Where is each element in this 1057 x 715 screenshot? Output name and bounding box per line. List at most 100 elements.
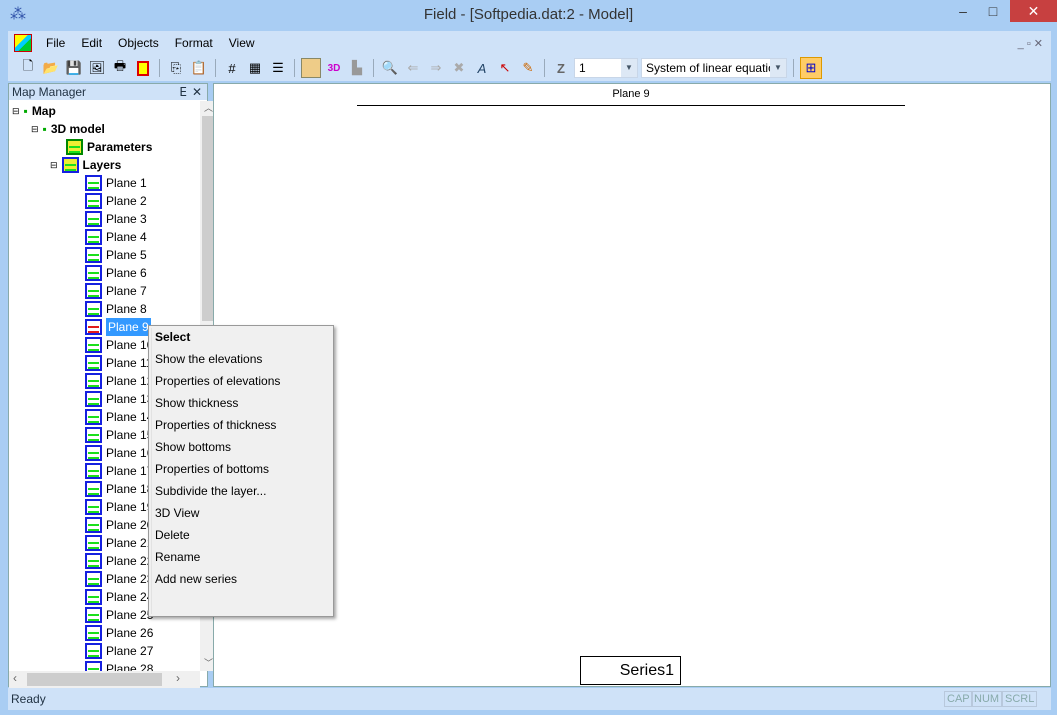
plane-icon (85, 319, 102, 335)
tree-item-plane[interactable]: Plane 21 (85, 534, 153, 552)
menu-view[interactable]: View (221, 36, 263, 50)
context-menu-item[interactable]: Subdivide the layer... (149, 480, 333, 502)
plane-icon (85, 463, 102, 479)
tree-item-plane[interactable]: Plane 8 (85, 300, 147, 318)
plane-icon (85, 283, 102, 299)
tree-item-parameters[interactable]: Parameters (66, 138, 152, 156)
tree-item-plane[interactable]: Plane 25 (85, 606, 153, 624)
tree-item-plane[interactable]: Plane 2 (85, 192, 147, 210)
tree-item-plane[interactable]: Plane 12 (85, 372, 153, 390)
print-icon[interactable]: 🖶 (110, 58, 130, 78)
tree-item-plane[interactable]: Plane 15 (85, 426, 153, 444)
forward-icon[interactable]: ⇒ (426, 58, 446, 78)
tree-item-map[interactable]: ⊟ ▪ Map (12, 102, 56, 120)
context-menu-item[interactable]: Add new series (149, 568, 333, 590)
tree-item-plane[interactable]: Plane 3 (85, 210, 147, 228)
text-icon[interactable]: A (472, 58, 492, 78)
tree-label: Plane 28 (106, 662, 154, 671)
context-menu-item[interactable]: Show the elevations (149, 348, 333, 370)
back-icon[interactable]: ⇐ (403, 58, 423, 78)
tree-label: Plane 3 (106, 212, 147, 226)
tree-label: Plane 25 (106, 608, 154, 622)
tree-item-plane[interactable]: Plane 26 (85, 624, 153, 642)
tree-item-plane[interactable]: Plane 6 (85, 264, 147, 282)
pin-icon[interactable]: ⴹ (179, 84, 187, 100)
new-icon[interactable]: 🗋 (18, 58, 38, 78)
save-image-icon[interactable]: 🖼 (87, 58, 107, 78)
mdi-controls[interactable]: _ ▫ ✕ (1018, 37, 1051, 50)
plane-icon (85, 553, 102, 569)
plane-icon (85, 607, 102, 623)
page-setup-icon[interactable] (133, 58, 153, 78)
tree-item-plane[interactable]: Plane 24 (85, 588, 153, 606)
plane-icon (85, 391, 102, 407)
tree-item-plane[interactable]: Plane 13 (85, 390, 153, 408)
paste-icon[interactable]: 📋 (189, 58, 209, 78)
tree-toggle-icon[interactable]: ⊞ (800, 57, 822, 79)
context-menu-item[interactable]: 3D View (149, 502, 333, 524)
pointer-icon[interactable]: ↖ (495, 58, 515, 78)
plane-icon (85, 301, 102, 317)
tree-item-plane[interactable]: Plane 23 (85, 570, 153, 588)
num-indicator: NUM (971, 691, 1003, 707)
plane-icon (85, 355, 102, 371)
horizontal-scrollbar[interactable]: ‹ › (9, 671, 200, 688)
tools-icon[interactable]: ✖ (449, 58, 469, 78)
grid-icon[interactable]: # (222, 58, 242, 78)
tree-item-plane[interactable]: Plane 4 (85, 228, 147, 246)
map-icon[interactable] (301, 58, 321, 78)
chevron-down-icon: ▼ (621, 59, 637, 77)
save-icon[interactable]: 💾 (64, 58, 84, 78)
pencil-icon[interactable]: ✎ (518, 58, 538, 78)
minimize-button[interactable]: – (948, 0, 978, 22)
menu-format[interactable]: Format (167, 36, 221, 50)
tree-item-plane[interactable]: Plane 20 (85, 516, 153, 534)
method-select[interactable]: System of linear equatio ▼ (641, 58, 787, 78)
context-menu-item[interactable]: Properties of elevations (149, 370, 333, 392)
context-menu: Select Show the elevations Properties of e… (148, 325, 334, 617)
menu-file[interactable]: File (38, 36, 73, 50)
context-menu-item[interactable]: Select (149, 326, 333, 348)
menu-bar: File Edit Objects Format View _ ▫ ✕ (8, 31, 1051, 55)
tree-item-plane[interactable]: Plane 27 (85, 642, 153, 660)
context-menu-item[interactable]: Rename (149, 546, 333, 568)
context-menu-item[interactable]: Show thickness (149, 392, 333, 414)
plane-icon (85, 499, 102, 515)
tree-item-plane[interactable]: Plane 22 (85, 552, 153, 570)
tree-item-plane[interactable]: Plane 7 (85, 282, 147, 300)
tree-label: Plane 22 (106, 554, 154, 568)
tree-item-plane[interactable]: Plane 18 (85, 480, 153, 498)
tree-item-plane[interactable]: Plane 17 (85, 462, 153, 480)
tree-item-plane[interactable]: Plane 1 (85, 174, 147, 192)
z-level-select[interactable]: 1 ▼ (574, 58, 638, 78)
maximize-button[interactable]: □ (978, 0, 1008, 22)
open-icon[interactable]: 📂 (41, 58, 61, 78)
3d-icon[interactable]: 3D (324, 58, 344, 78)
copy-icon[interactable]: ⎘ (166, 58, 186, 78)
tree-item-plane[interactable]: Plane 28 (85, 660, 153, 671)
context-menu-item[interactable]: Delete (149, 524, 333, 546)
table-icon[interactable]: ▦ (245, 58, 265, 78)
tree-item-plane[interactable]: Plane 16 (85, 444, 153, 462)
context-menu-item[interactable]: Properties of bottoms (149, 458, 333, 480)
tree-item-plane[interactable]: Plane 19 (85, 498, 153, 516)
list-icon[interactable]: ☰ (268, 58, 288, 78)
tree-item-plane[interactable]: Plane 14 (85, 408, 153, 426)
tree-item-3d-model[interactable]: ⊟ ▪ 3D model (31, 120, 105, 138)
chart-area[interactable]: Plane 9 Series1 (213, 83, 1051, 687)
context-menu-item[interactable]: Properties of thickness (149, 414, 333, 436)
tree-item-plane[interactable]: Plane 5 (85, 246, 147, 264)
menu-edit[interactable]: Edit (73, 36, 110, 50)
close-button[interactable]: ✕ (1010, 0, 1057, 22)
panel-close-icon[interactable]: ✕ (192, 84, 202, 100)
context-menu-item[interactable]: Show bottoms (149, 436, 333, 458)
zoom-icon[interactable]: 🔍 (380, 58, 400, 78)
profile-icon[interactable]: ▙ (347, 58, 367, 78)
scroll-thumb[interactable] (27, 673, 162, 686)
menu-objects[interactable]: Objects (110, 36, 167, 50)
tree-item-plane[interactable]: Plane 11 (85, 354, 152, 372)
tree-item-plane[interactable]: Plane 9 (85, 318, 151, 336)
tree-item-layers[interactable]: ⊟ Layers (50, 156, 121, 174)
tree-item-plane[interactable]: Plane 10 (85, 336, 153, 354)
plane-icon (85, 517, 102, 533)
